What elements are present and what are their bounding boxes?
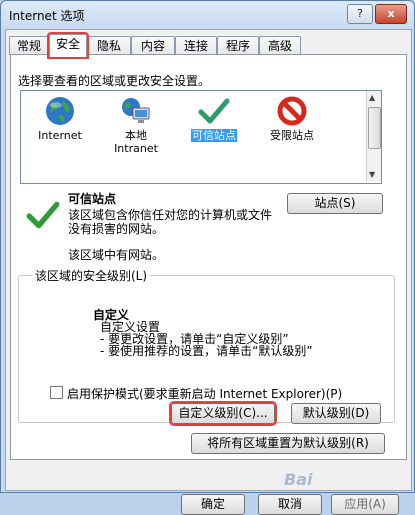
restricted-no-icon [276,95,308,127]
close-button[interactable]: x [375,4,407,24]
scroll-thumb[interactable] [368,107,381,149]
scroll-down-icon[interactable]: ▼ [369,170,375,179]
protected-mode-checkbox[interactable]: 启用保护模式(要求重新启动 Internet Explorer)(P) [50,385,342,402]
cancel-button[interactable]: 取消 [258,494,322,515]
tab-privacy[interactable]: 隐私 [87,36,131,55]
trusted-checkmark-icon [26,198,60,235]
zone-select-label: 选择要查看的区域或更改安全设置。 [18,74,211,88]
zone-description: 该区域包含你信任对您的计算机或文件没有损害的网站。 [68,208,273,236]
zone-note: 该区域中有网站。 [68,248,165,262]
tab-connections[interactable]: 连接 [175,36,217,55]
zone-title: 可信站点 [68,192,117,206]
zone-label: 可信站点 [191,129,237,142]
security-level-group-label: 该区域的安全级别(L) [32,267,151,284]
internet-options-window: Internet 选项 ? x 常规 安全 隐私 内容 连接 程序 高级 选择要… [0,0,415,515]
tab-security[interactable]: 安全 [47,32,89,59]
zone-label: 本地 Intranet [114,129,158,155]
checkbox-box[interactable] [50,386,63,399]
local-intranet-icon [120,95,152,127]
watermark: Bai [284,470,313,489]
zone-list-scrollbar[interactable]: ▲ ▼ [366,91,381,181]
trusted-checkmark-icon [198,95,230,127]
ok-button[interactable]: 确定 [181,494,245,515]
default-level-button[interactable]: 默认级别(D) [291,403,381,424]
sites-button[interactable]: 站点(S) [287,193,383,214]
level-line: - 要使用推荐的设置，请单击“默认级别” [100,344,313,358]
scroll-up-icon[interactable]: ▲ [369,93,375,102]
tab-general[interactable]: 常规 [9,36,49,55]
zone-internet[interactable]: Internet [25,95,95,142]
zone-list: Internet 本地 Intranet 可信站点 受限站点 ▲ ▼ [20,90,382,184]
zone-local-intranet[interactable]: 本地 Intranet [101,95,171,155]
apply-button[interactable]: 应用(A) [331,494,399,515]
zone-restricted-sites[interactable]: 受限站点 [257,95,327,142]
protected-mode-label: 启用保护模式(要求重新启动 Internet Explorer)(P) [67,387,343,401]
dialog-client: 常规 安全 隐私 内容 连接 程序 高级 选择要查看的区域或更改安全设置。 In… [5,29,412,515]
zone-label: 受限站点 [270,129,314,142]
reset-all-zones-button[interactable]: 将所有区域重置为默认级别(R) [191,433,385,454]
security-level-description: 自定义设置 - 要更改设置，请单击“自定义级别” - 要使用推荐的设置，请单击“… [100,321,313,357]
tab-advanced[interactable]: 高级 [259,36,301,55]
tab-programs[interactable]: 程序 [217,36,259,55]
window-title: Internet 选项 [9,9,85,23]
help-button[interactable]: ? [347,4,373,24]
zone-trusted-sites[interactable]: 可信站点 [179,95,249,142]
custom-level-button[interactable]: 自定义级别(C)... [169,401,277,426]
tab-content[interactable]: 内容 [131,36,175,55]
globe-icon [44,95,76,127]
zone-label: Internet [38,129,82,142]
